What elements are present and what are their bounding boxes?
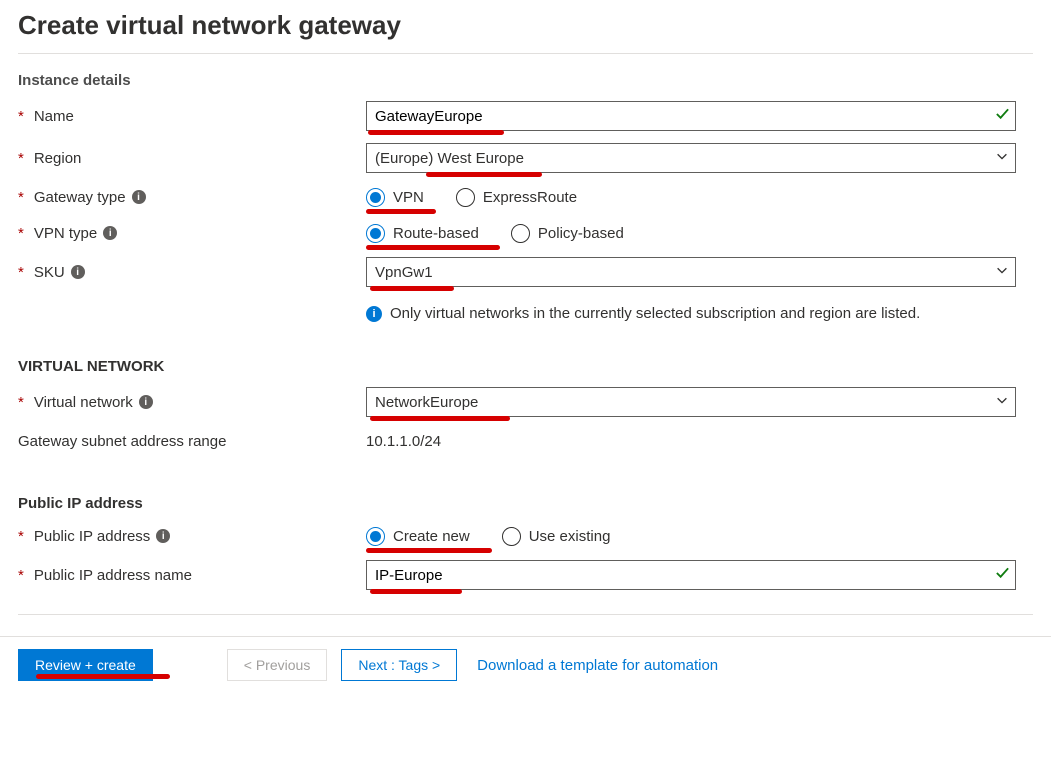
- chevron-down-icon: [995, 149, 1009, 167]
- chevron-down-icon: [995, 263, 1009, 281]
- section-virtual-network: VIRTUAL NETWORK: [18, 358, 1033, 375]
- label-region: * Region: [18, 150, 366, 167]
- info-vnet-line: i Only virtual networks in the currently…: [366, 305, 1033, 322]
- radio-create-new-label: Create new: [393, 528, 470, 545]
- review-create-button[interactable]: Review + create: [18, 649, 153, 681]
- next-tags-button[interactable]: Next : Tags >: [341, 649, 457, 681]
- label-public-ip: * Public IP address i: [18, 528, 366, 545]
- radio-circle-icon: [366, 188, 385, 207]
- row-public-ip-name: * Public IP address name: [18, 554, 1033, 596]
- previous-button: < Previous: [227, 649, 328, 681]
- info-icon[interactable]: i: [103, 226, 117, 240]
- info-icon[interactable]: i: [139, 395, 153, 409]
- public-ip-radio-group: Create new Use existing: [366, 527, 1016, 546]
- label-vpn-type-text: VPN type: [34, 225, 97, 242]
- label-public-ip-name: * Public IP address name: [18, 567, 366, 584]
- label-sku: * SKU i: [18, 264, 366, 281]
- info-icon[interactable]: i: [156, 529, 170, 543]
- info-icon[interactable]: i: [71, 265, 85, 279]
- region-dropdown[interactable]: (Europe) West Europe: [366, 143, 1016, 173]
- info-icon: i: [366, 306, 382, 322]
- annotation-underline: [366, 548, 492, 553]
- radio-vpn-policybased[interactable]: Policy-based: [511, 224, 624, 243]
- required-marker: *: [18, 151, 24, 166]
- info-vnet-text: Only virtual networks in the currently s…: [390, 305, 920, 322]
- radio-gateway-er-label: ExpressRoute: [483, 189, 577, 206]
- row-gateway-subnet: Gateway subnet address range 10.1.1.0/24: [18, 423, 1033, 459]
- label-vnet-text: Virtual network: [34, 394, 133, 411]
- region-value: (Europe) West Europe: [375, 150, 524, 167]
- footer-bar: Review + create < Previous Next : Tags >…: [0, 636, 1051, 693]
- label-public-ip-text: Public IP address: [34, 528, 150, 545]
- required-marker: *: [18, 568, 24, 583]
- label-vpn-type: * VPN type i: [18, 225, 366, 242]
- gateway-subnet-value: 10.1.1.0/24: [366, 433, 441, 450]
- required-marker: *: [18, 190, 24, 205]
- radio-circle-icon: [502, 527, 521, 546]
- label-vnet: * Virtual network i: [18, 394, 366, 411]
- required-marker: *: [18, 265, 24, 280]
- label-gateway-subnet: Gateway subnet address range: [18, 433, 366, 450]
- label-name-text: Name: [34, 108, 74, 125]
- vnet-value: NetworkEurope: [375, 394, 478, 411]
- radio-circle-icon: [511, 224, 530, 243]
- sku-dropdown[interactable]: VpnGw1: [366, 257, 1016, 287]
- divider-footer: [18, 614, 1033, 615]
- row-name: * Name: [18, 95, 1033, 137]
- radio-public-ip-existing[interactable]: Use existing: [502, 527, 611, 546]
- name-input[interactable]: [366, 101, 1016, 131]
- annotation-underline: [366, 245, 500, 250]
- radio-circle-icon: [366, 527, 385, 546]
- radio-gateway-vpn[interactable]: VPN: [366, 188, 424, 207]
- sku-value: VpnGw1: [375, 264, 433, 281]
- row-sku: * SKU i VpnGw1: [18, 251, 1033, 293]
- row-public-ip: * Public IP address i Create new Use exi…: [18, 518, 1033, 554]
- check-icon: [995, 566, 1010, 585]
- radio-circle-icon: [456, 188, 475, 207]
- required-marker: *: [18, 395, 24, 410]
- radio-policybased-label: Policy-based: [538, 225, 624, 242]
- vpn-type-radio-group: Route-based Policy-based: [366, 224, 1016, 243]
- required-marker: *: [18, 109, 24, 124]
- required-marker: *: [18, 529, 24, 544]
- check-icon: [995, 107, 1010, 126]
- divider-top: [18, 53, 1033, 54]
- download-template-link[interactable]: Download a template for automation: [477, 657, 718, 674]
- label-name: * Name: [18, 108, 366, 125]
- row-vpn-type: * VPN type i Route-based Policy-based: [18, 215, 1033, 251]
- radio-use-existing-label: Use existing: [529, 528, 611, 545]
- label-sku-text: SKU: [34, 264, 65, 281]
- row-gateway-type: * Gateway type i VPN ExpressRoute: [18, 179, 1033, 215]
- required-marker: *: [18, 226, 24, 241]
- label-gateway-type: * Gateway type i: [18, 189, 366, 206]
- section-instance-details: Instance details: [18, 72, 1033, 89]
- public-ip-name-input[interactable]: [366, 560, 1016, 590]
- row-virtual-network: * Virtual network i NetworkEurope: [18, 381, 1033, 423]
- radio-gateway-vpn-label: VPN: [393, 189, 424, 206]
- vnet-dropdown[interactable]: NetworkEurope: [366, 387, 1016, 417]
- page-title: Create virtual network gateway: [18, 10, 1033, 41]
- radio-vpn-routebased[interactable]: Route-based: [366, 224, 479, 243]
- label-gateway-subnet-text: Gateway subnet address range: [18, 433, 226, 450]
- annotation-underline: [366, 209, 436, 214]
- gateway-type-radio-group: VPN ExpressRoute: [366, 188, 1016, 207]
- radio-circle-icon: [366, 224, 385, 243]
- label-public-ip-name-text: Public IP address name: [34, 567, 192, 584]
- info-icon[interactable]: i: [132, 190, 146, 204]
- radio-gateway-expressroute[interactable]: ExpressRoute: [456, 188, 577, 207]
- radio-routebased-label: Route-based: [393, 225, 479, 242]
- section-public-ip: Public IP address: [18, 495, 1033, 512]
- row-region: * Region (Europe) West Europe: [18, 137, 1033, 179]
- label-gateway-type-text: Gateway type: [34, 189, 126, 206]
- label-region-text: Region: [34, 150, 82, 167]
- chevron-down-icon: [995, 393, 1009, 411]
- radio-public-ip-create[interactable]: Create new: [366, 527, 470, 546]
